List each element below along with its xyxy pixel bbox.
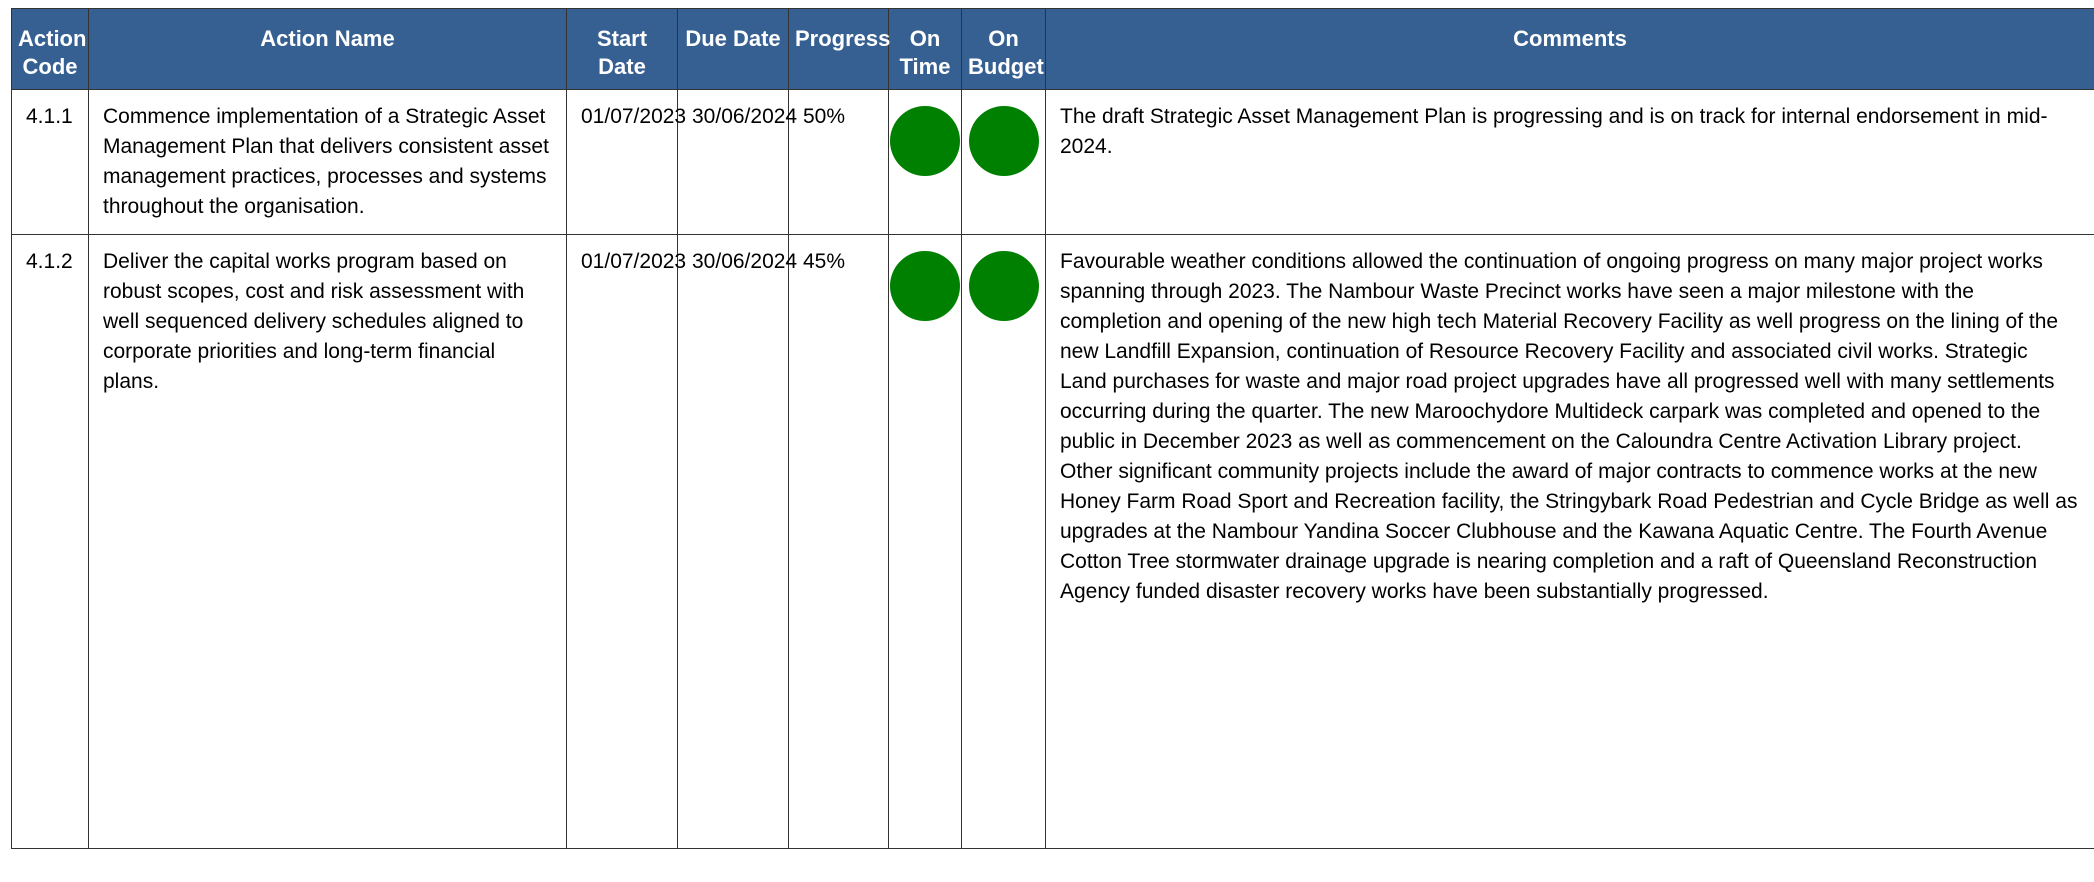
header-start-date: Start Date <box>566 8 678 90</box>
on-time-status-indicator <box>890 106 960 176</box>
header-on-budget: On Budget <box>961 8 1046 90</box>
header-progress: Progress <box>788 8 890 90</box>
comments-cell: Favourable weather conditions allowed th… <box>1045 234 2094 849</box>
on-time-cell <box>888 89 962 235</box>
on-budget-cell <box>961 234 1046 849</box>
action-name-cell: Deliver the capital works program based … <box>88 234 567 849</box>
comments-cell: The draft Strategic Asset Management Pla… <box>1045 89 2094 235</box>
start-date-cell: 01/07/2023 <box>566 89 686 235</box>
header-comments: Comments <box>1045 8 2094 90</box>
on-budget-cell <box>961 89 1046 235</box>
header-on-time: On Time <box>888 8 962 90</box>
progress-cell: 50% <box>788 89 889 235</box>
table-row: 4.1.2 Deliver the capital works program … <box>11 234 2094 849</box>
on-time-status-indicator <box>890 251 960 321</box>
due-date-cell: 30/06/2024 <box>677 234 797 849</box>
table-row: 4.1.1 Commence implementation of a Strat… <box>11 89 2094 235</box>
table-header-row: Action Code Action Name Start Date Due D… <box>11 8 2094 90</box>
progress-cell: 45% <box>788 234 889 849</box>
on-time-cell <box>888 234 962 849</box>
action-progress-table: Action Code Action Name Start Date Due D… <box>11 8 2094 849</box>
header-action-code: Action Code <box>11 8 89 90</box>
due-date-cell: 30/06/2024 <box>677 89 797 235</box>
header-due-date: Due Date <box>677 8 789 90</box>
action-code-cell: 4.1.1 <box>11 89 89 235</box>
on-budget-status-indicator <box>968 251 1039 321</box>
start-date-cell: 01/07/2023 <box>566 234 686 849</box>
header-action-name: Action Name <box>88 8 567 90</box>
action-code-cell: 4.1.2 <box>11 234 89 849</box>
action-name-cell: Commence implementation of a Strategic A… <box>88 89 567 235</box>
on-budget-status-indicator <box>968 106 1039 176</box>
